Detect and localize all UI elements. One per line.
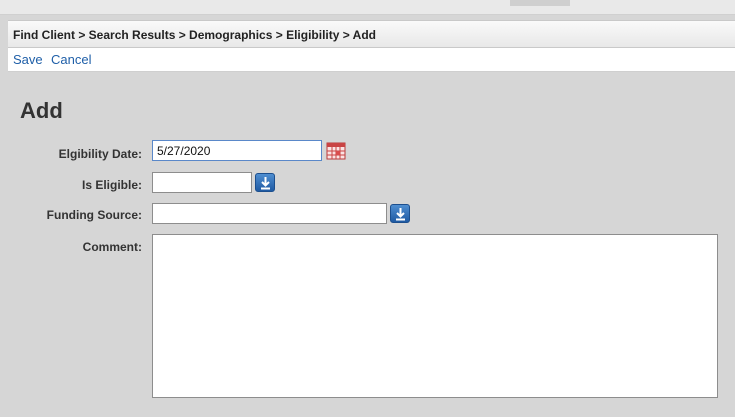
action-toolbar: Save Cancel (8, 48, 735, 72)
page-title: Add (20, 98, 63, 123)
tab-indicator (510, 0, 570, 6)
funding-source-dropdown-button[interactable] (390, 204, 410, 223)
is-eligible-select[interactable] (152, 172, 252, 193)
calendar-icon[interactable] (326, 141, 346, 160)
funding-source-select[interactable] (152, 203, 387, 224)
download-arrow-icon (261, 177, 270, 190)
eligibility-date-label: Elgibility Date: (58, 147, 142, 161)
comment-textarea[interactable] (152, 234, 718, 398)
is-eligible-dropdown-button[interactable] (255, 173, 275, 192)
breadcrumb: Find Client > Search Results > Demograph… (13, 28, 376, 42)
funding-source-label: Funding Source: (46, 208, 142, 222)
comment-label: Comment: (82, 240, 142, 254)
eligibility-date-input[interactable] (152, 140, 322, 161)
cancel-button[interactable]: Cancel (51, 52, 91, 67)
is-eligible-label: Is Eligible: (81, 178, 142, 192)
breadcrumb-bar: Find Client > Search Results > Demograph… (8, 20, 735, 48)
window-top-strip (0, 0, 735, 15)
download-arrow-icon (396, 208, 405, 221)
save-button[interactable]: Save (13, 52, 43, 67)
main-frame: Find Client > Search Results > Demograph… (8, 20, 735, 417)
